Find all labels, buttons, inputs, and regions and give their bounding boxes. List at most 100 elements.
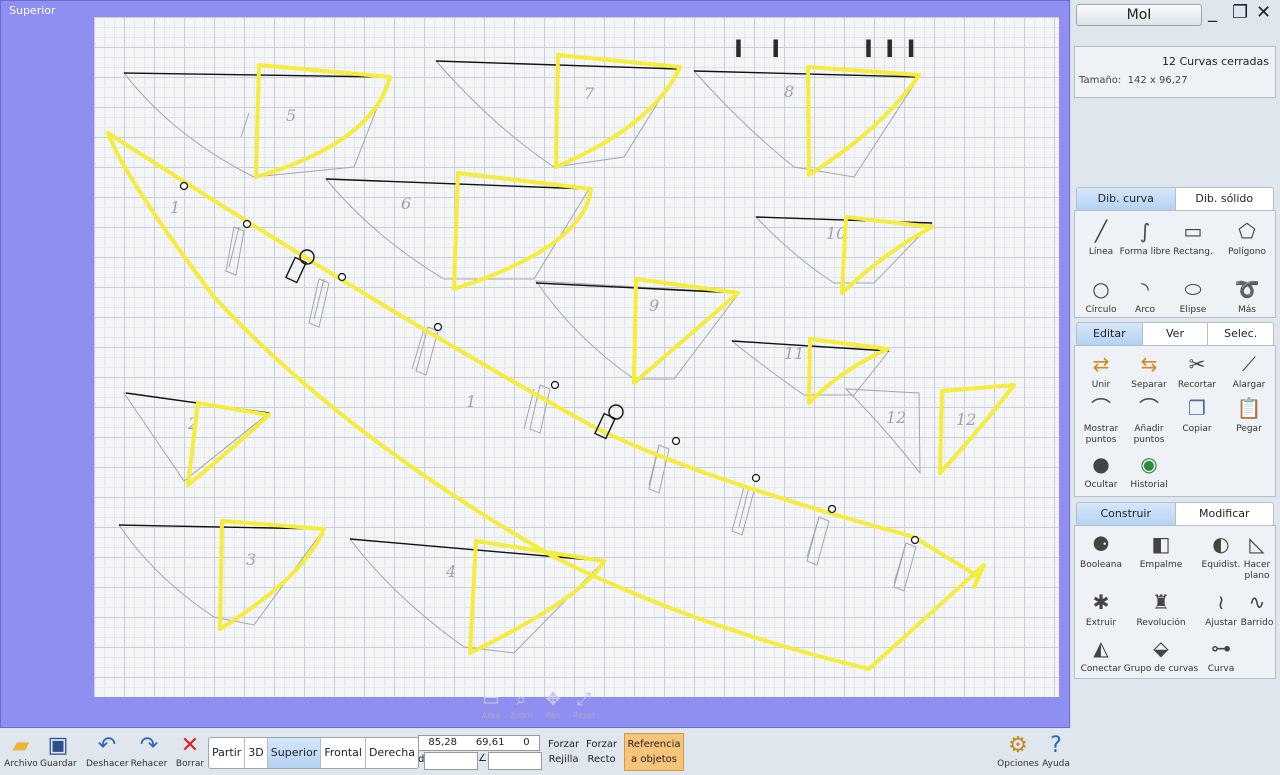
tool-rectangulo[interactable]: ▭ Rectang. [1167, 217, 1219, 258]
guardar-button[interactable]: ▣ Guardar [40, 733, 77, 769]
archivo-button[interactable]: ▰ Archivo [4, 733, 38, 769]
curves-drawing[interactable]: 5 7 8 6 10 9 11 12 2 3 4 1 1 12 I I I I … [94, 17, 1059, 697]
toggle-label: Rejilla [548, 754, 579, 765]
tool-recortar[interactable]: ✂ Recortar [1171, 350, 1223, 391]
tool-grupo-de-curvas[interactable]: ⬙ Grupo de curvas [1123, 634, 1199, 675]
maximize-button[interactable]: ❐ [1232, 2, 1248, 24]
close-button[interactable]: ✕ [1256, 2, 1271, 24]
curve-1[interactable] [106, 131, 986, 671]
opciones-button[interactable]: ⚙ Opciones [996, 733, 1040, 769]
rehacer-button[interactable]: ↷ Rehacer [130, 733, 168, 769]
tool-separar[interactable]: ⇆ Separar [1123, 350, 1175, 391]
add-points-icon: ⌒ [1139, 396, 1159, 420]
curve-12[interactable] [938, 383, 1016, 475]
tool-forma-libre[interactable]: ∫ Forma libre [1119, 217, 1171, 258]
minimize-button[interactable]: _ [1208, 2, 1217, 24]
tab-construir[interactable]: Construir [1077, 503, 1176, 525]
sketch-labels: 5 7 8 6 10 9 11 12 2 3 4 1 1 12 [170, 82, 976, 581]
curve-8[interactable] [806, 65, 921, 177]
tool-copiar[interactable]: ❐ Copiar [1171, 394, 1223, 435]
shell-icon: ⬙ [1153, 636, 1169, 660]
snap-straight-toggle[interactable]: Forzar Recto [586, 737, 617, 767]
control-point[interactable] [751, 473, 761, 483]
build-tools: ⚈ Booleana ◧ Empalme ◐ Equidist. ◺ Hacer pla… [1074, 525, 1276, 679]
rectangle-icon: ▭ [1183, 219, 1203, 243]
curve-7[interactable] [554, 53, 682, 169]
control-point[interactable] [242, 219, 252, 229]
tool-alargar[interactable]: ⟋ Alargar [1223, 350, 1275, 391]
tool-booleana[interactable]: ⚈ Booleana [1075, 530, 1127, 571]
control-point[interactable] [671, 436, 681, 446]
tool-ocultar[interactable]: ● Ocultar [1075, 450, 1127, 491]
snap-grid-toggle[interactable]: Forzar Rejilla [548, 737, 579, 767]
view-frontal[interactable]: Frontal [321, 738, 366, 768]
polygon-icon: ⬠ [1238, 219, 1256, 243]
bottom-toolbar: ▰ Archivo ▣ Guardar ↶ Deshacer ↷ Rehacer ✕ Bo… [0, 729, 1072, 775]
tab-ver[interactable]: Ver [1143, 323, 1209, 345]
distance-input[interactable] [424, 752, 478, 770]
closed-curves[interactable] [106, 53, 1016, 671]
control-point[interactable] [433, 322, 443, 332]
sketch-label: 3 [246, 550, 256, 569]
coordinate-box: 85,28 69,61 0 d ∠ [418, 735, 542, 770]
tool-conectar[interactable]: ◭ Conectar [1075, 634, 1127, 675]
curve-9[interactable] [632, 277, 740, 385]
viewport-title[interactable]: Superior [9, 4, 56, 17]
tool-arco[interactable]: ◝ Arco [1119, 275, 1171, 316]
nav-pan[interactable]: ✥ Pan [538, 689, 568, 723]
tool-label: Copiar [1182, 424, 1212, 434]
tab-modificar[interactable]: Modificar [1176, 503, 1274, 525]
deshacer-button[interactable]: ↶ Deshacer [86, 733, 129, 769]
curve-3[interactable] [218, 519, 326, 631]
tab-editar[interactable]: Editar [1077, 323, 1143, 345]
view-3d[interactable]: 3D [245, 738, 268, 768]
curve-2[interactable] [186, 401, 271, 487]
control-point[interactable] [179, 181, 189, 191]
tool-unir[interactable]: ⇄ Unir [1075, 350, 1127, 391]
sketch-label: 12 [886, 408, 906, 427]
tool-pegar[interactable]: 📋 Pegar [1223, 394, 1275, 435]
draw-tabs: Dib. curva Dib. sólido [1076, 187, 1274, 211]
curve-6[interactable] [452, 171, 593, 291]
nav-zoom[interactable]: ⌕ Zoom [506, 689, 536, 723]
curve-5[interactable] [254, 63, 392, 179]
tool-mostrar-puntos[interactable]: ⌒ Mostrar puntos [1075, 394, 1127, 446]
tool-historial[interactable]: ◉ Historial [1123, 450, 1175, 491]
tool-mas[interactable]: ➰ Más [1221, 275, 1273, 316]
viewport-superior[interactable]: Superior 5 7 8 6 10 9 11 12 2 3 4 1 1 12… [0, 0, 1070, 728]
object-snap-toggle[interactable]: Referencia a objetos [624, 733, 684, 771]
tool-empalme[interactable]: ◧ Empalme [1135, 530, 1187, 571]
nav-reset[interactable]: ⤢ Reset [569, 689, 599, 723]
sketch-label: 8 [784, 82, 794, 101]
control-point[interactable] [550, 380, 560, 390]
angle-input[interactable] [488, 752, 542, 770]
tool-barrido[interactable]: ∿ Barrido [1231, 588, 1280, 629]
ayuda-button[interactable]: ? Ayuda [1040, 733, 1072, 769]
borrar-button[interactable]: ✕ Borrar [172, 733, 208, 769]
tab-dib-curva[interactable]: Dib. curva [1077, 188, 1176, 210]
control-point[interactable] [910, 535, 920, 545]
tool-hacer-plano[interactable]: ◺ Hacer plano [1231, 530, 1280, 582]
drawing-canvas[interactable]: 5 7 8 6 10 9 11 12 2 3 4 1 1 12 I I I I … [94, 17, 1059, 697]
tool-elipse[interactable]: ⬭ Elipse [1167, 275, 1219, 316]
tool-poligono[interactable]: ⬠ Polígono [1221, 217, 1273, 258]
tool-extruir[interactable]: ✱ Extruir [1075, 588, 1127, 629]
curve-10[interactable] [840, 215, 934, 295]
view-derecha[interactable]: Derecha [366, 738, 418, 768]
show-points-icon: ⌒ [1091, 396, 1111, 420]
tab-dib-solido[interactable]: Dib. sólido [1176, 188, 1274, 210]
view-partir[interactable]: Partir [209, 738, 246, 768]
tab-selec[interactable]: Selec. [1208, 323, 1273, 345]
toggle-label: a objetos [631, 754, 677, 765]
tool-curva[interactable]: ⊶ Curva [1195, 634, 1247, 675]
control-point[interactable] [827, 504, 837, 514]
control-point[interactable] [337, 272, 347, 282]
curve-4[interactable] [468, 539, 606, 655]
tool-label: Elipse [1179, 305, 1207, 315]
moi-menu-button[interactable]: MoI [1076, 4, 1202, 26]
view-superior[interactable]: Superior [267, 738, 322, 768]
tool-anadir-puntos[interactable]: ⌒ Añadir puntos [1123, 394, 1175, 446]
sketch-label: 6 [401, 194, 411, 213]
tool-revolucion[interactable]: ♜ Revolución [1135, 588, 1187, 629]
nav-area[interactable]: ▭ Área [476, 689, 506, 723]
